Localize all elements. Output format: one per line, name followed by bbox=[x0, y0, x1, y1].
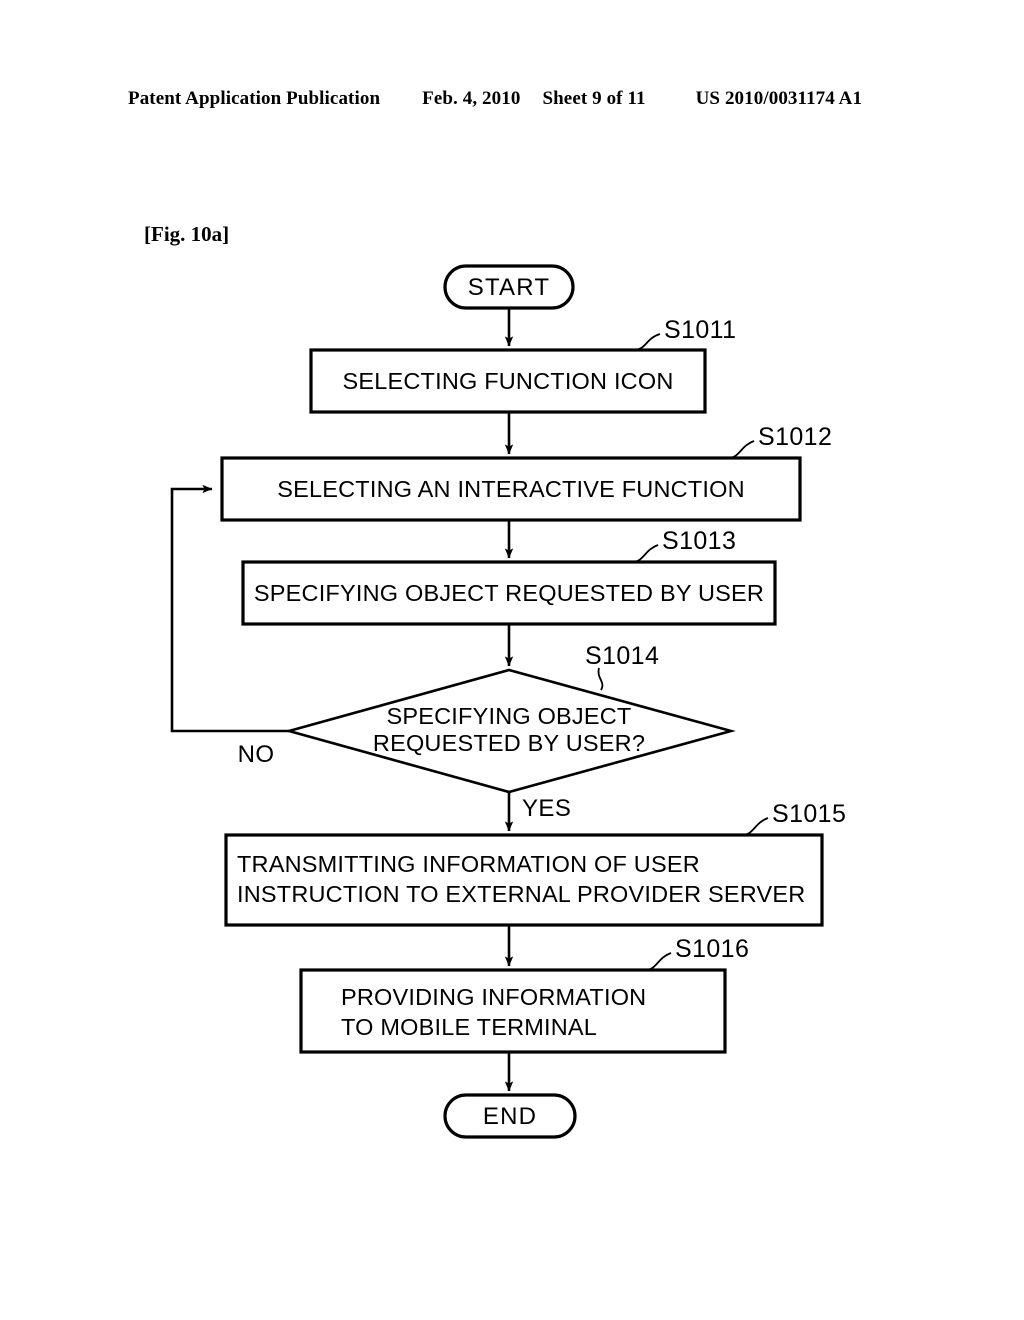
s1011-leader-line bbox=[633, 333, 661, 351]
s1015-shape bbox=[224, 833, 824, 927]
s1016-leader-line bbox=[644, 952, 672, 971]
s1015-leader-line bbox=[741, 817, 769, 836]
patent-number: US 2010/0031174 A1 bbox=[695, 88, 863, 109]
s1015-label-line1: TRANSMITTING INFORMATION OF USER bbox=[237, 851, 700, 877]
page-running-head: Patent Application Publication Feb. 4, 2… bbox=[128, 88, 896, 110]
branch-label-yes: YES bbox=[522, 795, 571, 822]
s1016-label-line2: TO MOBILE TERMINAL bbox=[341, 1014, 597, 1040]
s1014-label-line2: REQUESTED BY USER? bbox=[373, 730, 645, 756]
start-label: START bbox=[468, 274, 550, 301]
sheet-number: Sheet 9 of 11 bbox=[542, 88, 646, 109]
s1014-leader-line bbox=[597, 667, 604, 691]
s1012-label: SELECTING AN INTERACTIVE FUNCTION bbox=[277, 476, 745, 502]
node-s1015: TRANSMITTING INFORMATION OF USER INSTRUC… bbox=[224, 833, 824, 927]
node-s1014: SPECIFYING OBJECT REQUESTED BY USER? bbox=[284, 668, 736, 794]
s1016-label-line1: PROVIDING INFORMATION bbox=[341, 984, 646, 1010]
node-s1013: SPECIFYING OBJECT REQUESTED BY USER bbox=[241, 560, 777, 626]
node-start: START bbox=[443, 264, 575, 310]
s1012-tag: S1012 bbox=[758, 423, 832, 451]
s1014-tag: S1014 bbox=[585, 642, 659, 670]
s1011-tag: S1011 bbox=[664, 316, 736, 344]
node-s1012: SELECTING AN INTERACTIVE FUNCTION bbox=[220, 456, 802, 522]
s1016-tag: S1016 bbox=[675, 935, 749, 963]
node-s1011: SELECTING FUNCTION ICON bbox=[309, 348, 707, 414]
publication-title: Patent Application Publication bbox=[128, 88, 381, 109]
s1012-leader-line bbox=[727, 440, 755, 459]
s1015-tag: S1015 bbox=[772, 800, 846, 828]
flowchart-diagram: START SELECTING FUNCTION ICON S1011 SELE… bbox=[170, 264, 846, 1139]
s1015-label-line2: INSTRUCTION TO EXTERNAL PROVIDER SERVER bbox=[237, 881, 805, 907]
node-end: END bbox=[443, 1093, 577, 1139]
s1014-label-line1: SPECIFYING OBJECT bbox=[387, 703, 632, 729]
end-label: END bbox=[483, 1103, 537, 1130]
branch-label-no: NO bbox=[238, 741, 275, 768]
figure-label: [Fig. 10a] bbox=[144, 222, 230, 246]
node-s1016: PROVIDING INFORMATION TO MOBILE TERMINAL bbox=[299, 968, 727, 1054]
publication-date: Feb. 4, 2010 bbox=[422, 88, 521, 109]
s1013-tag: S1013 bbox=[662, 527, 736, 555]
s1011-label: SELECTING FUNCTION ICON bbox=[342, 368, 673, 394]
s1013-label: SPECIFYING OBJECT REQUESTED BY USER bbox=[254, 580, 764, 606]
s1013-leader-line bbox=[631, 544, 659, 563]
